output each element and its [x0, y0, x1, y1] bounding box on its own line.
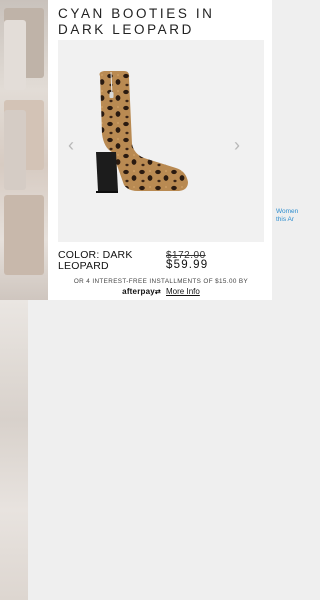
product-title-line: CYAN BOOTIES IN: [58, 6, 215, 21]
background-thumbnail: [4, 110, 26, 190]
afterpay-arrow-icon: ⇄: [154, 289, 161, 296]
side-text-line: this Ar: [276, 216, 295, 223]
side-text-line: Women: [276, 208, 299, 215]
installments-text: OR 4 INTEREST-FREE INSTALLMENTS OF $15.0…: [73, 278, 249, 285]
background-side-text: Women this Ar: [276, 208, 298, 224]
product-title-line: DARK LEOPARD: [58, 22, 194, 37]
chevron-right-icon[interactable]: ›: [230, 135, 244, 155]
background-thumbnail-strip-right: [0, 20, 28, 600]
background-thumbnail: [4, 195, 44, 275]
product-title: CYAN BOOTIES IN DARK LEOPARD: [58, 6, 263, 38]
afterpay-logo: afterpay: [122, 287, 155, 296]
afterpay-row: afterpay⇄ More Info: [58, 287, 264, 298]
sale-price: $59.99: [166, 259, 209, 271]
more-info-link[interactable]: More Info: [166, 287, 200, 296]
color-label: COLOR: DARK LEOPARD: [58, 249, 133, 272]
chevron-left-icon[interactable]: ‹: [64, 135, 78, 155]
background-thumbnail: [4, 20, 26, 90]
